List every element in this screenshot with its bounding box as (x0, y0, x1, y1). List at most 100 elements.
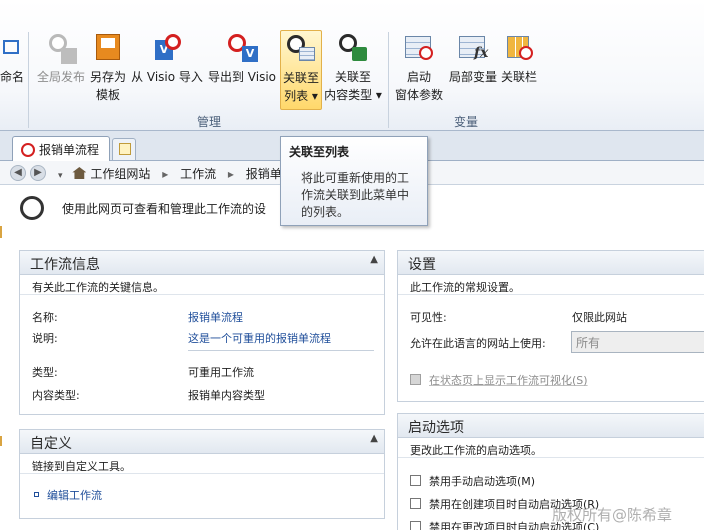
tooltip-title: 关联至列表 (289, 145, 350, 159)
bullet-icon (34, 492, 39, 497)
language-select[interactable]: 所有 (571, 331, 704, 353)
customize-panel: 自定义 ▲ 链接到自定义工具。 编辑工作流 (19, 429, 385, 519)
customize-description: 链接到自定义工具。 (20, 454, 384, 474)
global-publish-button[interactable]: 全局发布 (34, 30, 88, 110)
associate-ct-line2: 内容类型 ▾ (324, 88, 382, 102)
save-as-template-button[interactable]: 另存为 模板 (88, 30, 128, 110)
content-type-label: 内容类型: (32, 389, 80, 402)
description-value-link[interactable]: 这是一个可重用的报销单流程 (188, 330, 331, 346)
rename-button[interactable]: 命名 (0, 30, 26, 110)
settings-title: 设置 (408, 257, 436, 273)
local-variables-icon: fx (457, 32, 489, 64)
content-type-value: 报销单内容类型 (188, 389, 265, 402)
workflow-info-title: 工作流信息 (30, 257, 100, 273)
workflow-check-icon (20, 196, 44, 220)
workflow-info-description: 有关此工作流的关键信息。 (20, 275, 384, 295)
tab-label: 报销单流程 (39, 143, 100, 157)
edit-workflow-item[interactable]: 编辑工作流 (34, 487, 102, 503)
edge-marker (0, 226, 2, 238)
description-label: 说明: (32, 332, 58, 345)
type-value: 可重用工作流 (188, 366, 254, 379)
ribbon: 命名 全局发布 另存为 模板 V 从 Visio 导入 V 导出到 Visio (0, 0, 704, 131)
manage-group-label: 管理 (197, 115, 222, 129)
breadcrumb-item-site[interactable]: 工作组网站 (90, 167, 150, 181)
name-value-link[interactable]: 报销单流程 (188, 309, 243, 325)
associate-list-icon (285, 33, 317, 65)
visio-import-icon: V (151, 32, 183, 64)
edge-marker (0, 436, 2, 446)
create-start-checkbox[interactable] (410, 498, 421, 509)
form-parameters-icon (403, 32, 435, 64)
breadcrumb-item-workflows[interactable]: 工作流 (180, 167, 216, 181)
visualize-option[interactable]: 在状态页上显示工作流可视化(S) (410, 372, 588, 388)
type-label: 类型: (32, 366, 58, 379)
settings-header: 设置 (398, 251, 704, 275)
manual-start-option[interactable]: 禁用手动启动选项(M) (410, 473, 535, 489)
name-label: 名称: (32, 311, 58, 324)
back-button[interactable]: ◀ (10, 165, 26, 181)
association-columns-icon (503, 32, 535, 64)
home-icon (72, 167, 87, 179)
visibility-value: 仅限此网站 (572, 311, 627, 324)
tooltip-description: 将此可重新使用的工作流关联到此菜单中的列表。 (301, 171, 410, 219)
associate-ct-line1: 关联至 (334, 70, 371, 84)
import-from-visio-label: 从 Visio 导入 (131, 70, 203, 84)
initiation-form-parameters-button[interactable]: 启动 窗体参数 (392, 30, 446, 110)
startup-header: 启动选项 (398, 414, 704, 438)
settings-panel: 设置 此工作流的常规设置。 可见性: 仅限此网站 允许在此语言的网站上使用: 所… (397, 250, 704, 402)
export-to-visio-button[interactable]: V 导出到 Visio (206, 30, 278, 110)
initiation-line1: 启动 (406, 70, 431, 84)
save-as-label: 另存为 (89, 70, 126, 84)
page-heading-text: 使用此网页可查看和管理此工作流的设 (62, 202, 267, 216)
collapse-icon[interactable]: ▲ (370, 433, 378, 444)
copyright-watermark: 版权所有@陈希章 (552, 506, 673, 524)
visualize-label: 在状态页上显示工作流可视化(S) (429, 374, 588, 387)
initiation-line2: 窗体参数 (394, 88, 443, 102)
associate-content-type-icon (337, 32, 369, 64)
chevron-right-icon: ▸ (227, 167, 234, 181)
fx-icon: fx (474, 45, 489, 61)
save-template-icon (92, 32, 124, 64)
import-from-visio-button[interactable]: V 从 Visio 导入 (129, 30, 205, 110)
customize-title: 自定义 (30, 436, 72, 452)
local-variables-label: 局部变量 (448, 70, 497, 84)
manual-start-label: 禁用手动启动选项(M) (429, 475, 536, 488)
breadcrumb-dropdown-icon[interactable]: ▾ (58, 171, 63, 181)
template-label: 模板 (95, 88, 120, 102)
associate-to-list-button[interactable]: 关联至 列表 ▾ (280, 30, 322, 110)
associate-to-list-tooltip: 关联至列表 将此可重新使用的工作流关联到此菜单中的列表。 (280, 136, 428, 226)
collapse-icon[interactable]: ▲ (370, 254, 378, 265)
customize-header: 自定义 ▲ (20, 430, 384, 454)
edit-workflow-link[interactable]: 编辑工作流 (47, 489, 102, 502)
global-publish-icon (45, 32, 77, 64)
settings-description: 此工作流的常规设置。 (398, 275, 704, 295)
ribbon-separator (28, 32, 29, 128)
change-start-checkbox[interactable] (410, 521, 421, 530)
visio-export-icon: V (226, 32, 258, 64)
associate-to-content-type-button[interactable]: 关联至 内容类型 ▾ (322, 30, 384, 110)
manual-start-checkbox[interactable] (410, 475, 421, 486)
startup-description: 更改此工作流的启动选项。 (398, 438, 704, 458)
chevron-right-icon: ▸ (162, 167, 169, 181)
workflow-info-panel: 工作流信息 ▲ 有关此工作流的关键信息。 名称: 报销单流程 说明: 这是一个可… (19, 250, 385, 415)
workflow-info-header: 工作流信息 ▲ (20, 251, 384, 275)
rename-box-icon (3, 40, 19, 54)
startup-title: 启动选项 (408, 420, 464, 436)
forward-button[interactable]: ▶ (30, 165, 46, 181)
association-columns-label: 关联栏 (500, 70, 537, 84)
associate-list-line1: 关联至 (282, 71, 319, 85)
language-label: 允许在此语言的网站上使用: (410, 337, 546, 350)
divider (188, 350, 374, 351)
rename-icon (0, 32, 25, 64)
ribbon-separator (388, 32, 389, 128)
global-publish-label: 全局发布 (36, 70, 85, 84)
local-variables-button[interactable]: fx 局部变量 (448, 30, 498, 110)
workflow-icon (21, 143, 35, 157)
associate-list-line2: 列表 ▾ (284, 89, 318, 103)
new-tab-icon (119, 143, 131, 155)
visualize-checkbox[interactable] (410, 374, 421, 385)
association-columns-button[interactable]: 关联栏 (498, 30, 540, 110)
new-tab-button[interactable] (112, 138, 136, 160)
variables-group-label: 变量 (454, 115, 479, 129)
tab-reimbursement-workflow[interactable]: 报销单流程 (12, 136, 110, 161)
